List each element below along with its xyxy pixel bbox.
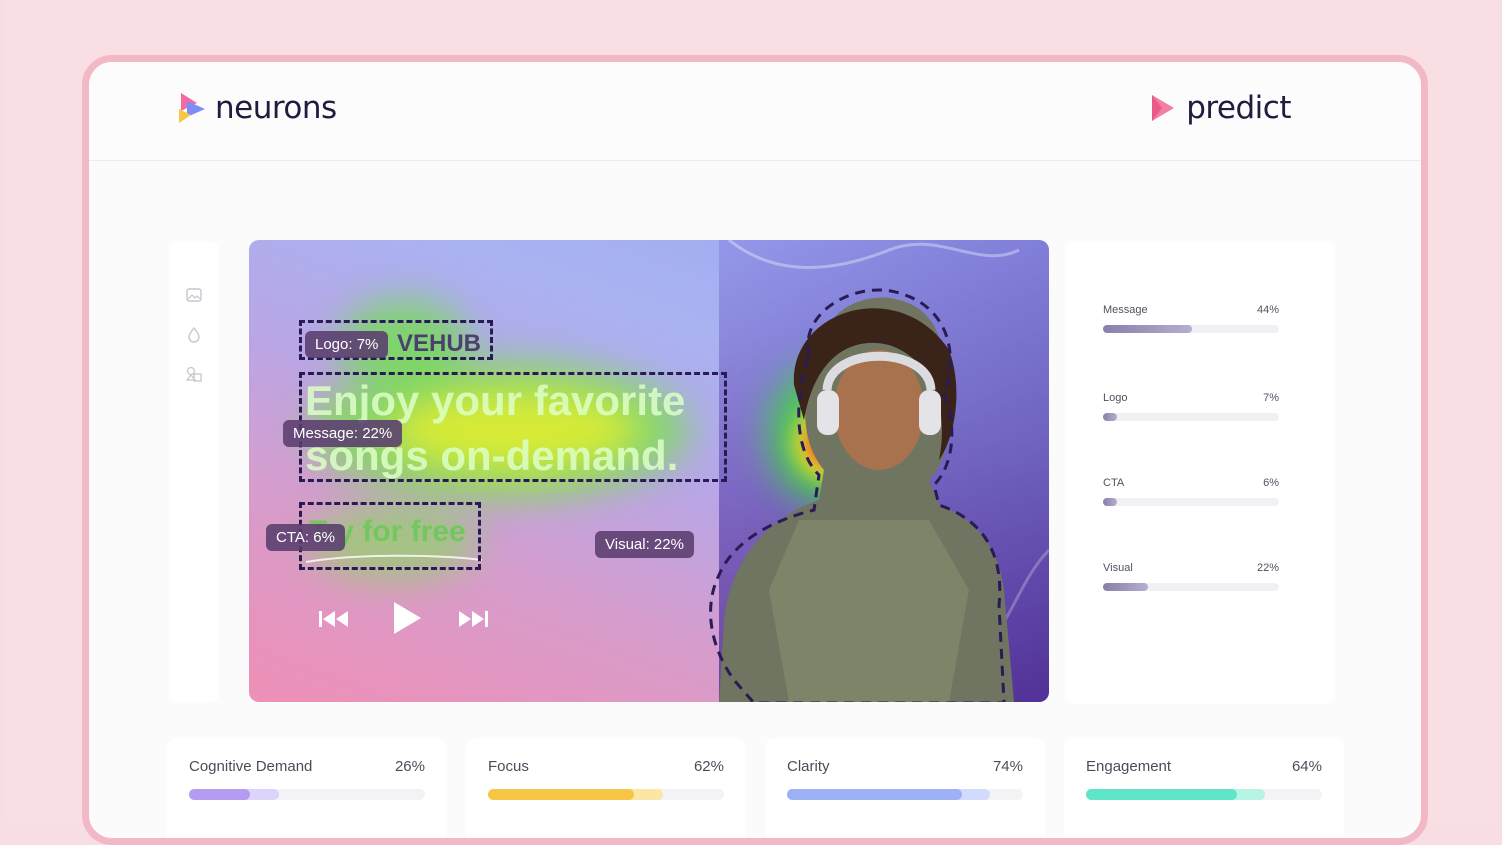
- metric-bar-track: [1086, 789, 1322, 800]
- metric-label: Focus: [488, 758, 529, 775]
- app-frame: neurons predict VEHUB Enjoy your favorit…: [82, 55, 1428, 845]
- predict-brand[interactable]: predict: [1148, 90, 1291, 126]
- play-icon[interactable]: [391, 600, 423, 636]
- metric-card-focus[interactable]: Focus 62%: [466, 738, 746, 838]
- metric-bar-track: [488, 789, 724, 800]
- stat-label: Logo: [1103, 392, 1128, 404]
- stat-bar-track: [1103, 325, 1279, 333]
- metric-card-cognitive-demand[interactable]: Cognitive Demand 26%: [167, 738, 447, 838]
- metric-value: 64%: [1291, 758, 1322, 775]
- stat-value: 6%: [1263, 477, 1279, 489]
- metric-bar-fill: [1086, 789, 1238, 800]
- stat-value: 44%: [1256, 304, 1279, 316]
- metric-label: Engagement: [1086, 758, 1172, 775]
- stat-bar-fill: [1103, 325, 1193, 333]
- metric-label: Cognitive Demand: [189, 758, 313, 775]
- aoi-tag-logo: Logo: 7%: [305, 331, 389, 358]
- neurons-logo-icon: [179, 93, 205, 123]
- stat-logo: Logo 7%: [1103, 392, 1279, 421]
- metric-label: Clarity: [787, 758, 830, 775]
- image-icon[interactable]: [186, 288, 202, 304]
- metric-bar-fill: [488, 789, 635, 800]
- predict-logo-icon: [1152, 95, 1175, 121]
- stat-label: Message: [1103, 304, 1148, 316]
- stat-visual: Visual 22%: [1103, 562, 1279, 591]
- stat-bar-track: [1103, 413, 1279, 421]
- stat-bar-track: [1103, 583, 1279, 591]
- stat-bar-fill: [1103, 498, 1118, 506]
- previous-icon[interactable]: [317, 608, 351, 630]
- stat-value: 22%: [1256, 562, 1279, 574]
- aoi-stats-panel: Message 44% Logo 7% CTA 6% Visual 22%: [1065, 242, 1335, 704]
- ad-heatmap-canvas[interactable]: VEHUB Enjoy your favorite songs on-deman…: [249, 240, 1049, 702]
- metric-bar-track: [189, 789, 425, 800]
- aoi-tag-visual: Visual: 22%: [595, 531, 694, 558]
- stat-bar-fill: [1103, 583, 1148, 591]
- stat-value: 7%: [1263, 392, 1279, 404]
- metric-value: 74%: [992, 758, 1023, 775]
- metric-card-engagement[interactable]: Engagement 64%: [1064, 738, 1344, 838]
- app-header: neurons predict: [89, 62, 1421, 161]
- metric-bar-track: [787, 789, 1023, 800]
- stat-label: CTA: [1103, 477, 1125, 489]
- stat-cta: CTA 6%: [1103, 477, 1279, 506]
- metric-card-clarity[interactable]: Clarity 74%: [765, 738, 1045, 838]
- stat-bar-track: [1103, 498, 1279, 506]
- stat-message: Message 44%: [1103, 304, 1279, 333]
- neurons-brand-name: neurons: [215, 90, 337, 126]
- metric-bar-fill: [787, 789, 962, 800]
- metric-value: 62%: [693, 758, 724, 775]
- next-icon[interactable]: [457, 608, 491, 630]
- metric-bar-fill: [189, 789, 251, 800]
- aoi-tag-cta: CTA: 6%: [266, 524, 345, 551]
- tool-rail: [169, 242, 219, 702]
- predict-brand-name: predict: [1186, 90, 1291, 126]
- neurons-brand[interactable]: neurons: [177, 90, 337, 126]
- aoi-tag-message: Message: 22%: [283, 420, 403, 447]
- metric-value: 26%: [394, 758, 425, 775]
- aoi-outline-visual[interactable]: [699, 285, 1049, 702]
- stat-label: Visual: [1103, 562, 1133, 574]
- stat-bar-fill: [1103, 413, 1118, 421]
- drop-icon[interactable]: [186, 326, 202, 343]
- shapes-icon[interactable]: [185, 366, 202, 382]
